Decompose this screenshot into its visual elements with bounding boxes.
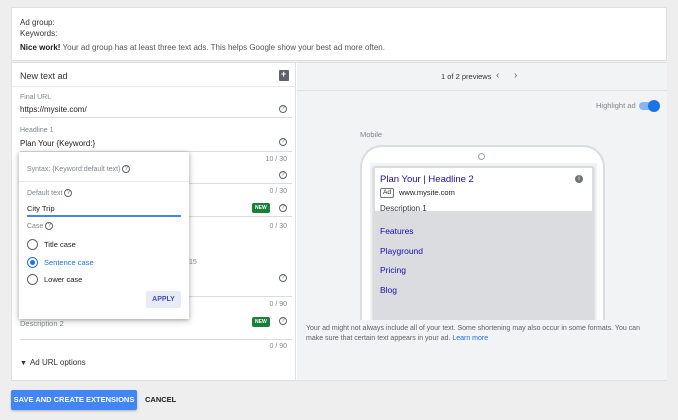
- description1-count: 0 / 90: [269, 301, 287, 308]
- syntax-hint: Syntax: {Keyword:default text} ?: [27, 165, 131, 173]
- description2-underline: [20, 339, 292, 340]
- form-title: New text ad: [20, 71, 68, 81]
- learn-more-link[interactable]: Learn more: [452, 335, 488, 342]
- chevron-down-icon: ▼: [20, 360, 27, 367]
- save-and-create-extensions-button[interactable]: SAVE AND CREATE EXTENSIONS: [11, 390, 137, 410]
- help-icon[interactable]: ?: [279, 171, 287, 179]
- final-url-input[interactable]: https://mysite.com/: [20, 105, 87, 114]
- camera-icon: [478, 153, 485, 160]
- sitelink-features[interactable]: Features: [380, 226, 414, 236]
- radio-label-title-case[interactable]: Title case: [44, 240, 76, 249]
- divider: [19, 181, 189, 182]
- new-badge: NEW: [252, 203, 270, 213]
- chevron-right-icon[interactable]: ›: [514, 70, 517, 81]
- headline1-label: Headline 1: [20, 127, 54, 134]
- preview-nav: 1 of 2 previews ‹ ›: [297, 63, 667, 91]
- sitelink-playground[interactable]: Playground: [380, 246, 423, 256]
- help-icon[interactable]: ?: [64, 189, 73, 197]
- case-label: Case ?: [27, 222, 54, 230]
- help-icon[interactable]: ?: [122, 165, 131, 173]
- preview-disclaimer: Your ad might not always include all of …: [306, 324, 658, 344]
- radio-title-case[interactable]: [27, 239, 38, 250]
- mobile-label: Mobile: [360, 130, 383, 139]
- preview-count: 1 of 2 previews: [441, 72, 492, 81]
- ad-headline[interactable]: Plan Your | Headline 2: [380, 174, 474, 185]
- case-label-text: Case: [27, 222, 44, 230]
- headline2-count: 0 / 30: [269, 188, 287, 195]
- copy-ad-icon[interactable]: [279, 69, 289, 81]
- nice-work-message: Nice work! Your ad group has at least th…: [20, 43, 385, 52]
- new-badge: NEW: [252, 317, 270, 327]
- default-text-underline: [27, 215, 181, 217]
- keyword-insertion-popup: Syntax: {Keyword:default text} ? Default…: [19, 152, 189, 319]
- help-icon[interactable]: ?: [45, 222, 54, 230]
- default-text-label-text: Default text: [27, 189, 63, 197]
- syntax-text: Syntax: {Keyword:default text}: [27, 165, 121, 173]
- ad-group-info-card: Ad group: Keywords: Nice work! Your ad g…: [11, 7, 667, 61]
- phone-screen: Plan Your | Headline 2 i Ad www.mysite.c…: [370, 163, 597, 320]
- help-icon[interactable]: ?: [279, 274, 287, 282]
- headline1-count: 10 / 30: [265, 156, 287, 163]
- ad-badge: Ad: [380, 188, 394, 198]
- ad-group-label: Ad group:: [20, 18, 55, 27]
- cancel-button[interactable]: CANCEL: [145, 390, 176, 410]
- default-text-input[interactable]: City Trip: [27, 204, 55, 213]
- ad-display-url: www.mysite.com: [399, 188, 455, 197]
- chevron-left-icon[interactable]: ‹: [496, 70, 499, 81]
- nice-work-strong: Nice work!: [20, 43, 61, 52]
- divider: [12, 86, 296, 87]
- help-icon[interactable]: ?: [279, 317, 287, 325]
- help-icon[interactable]: ?: [279, 204, 287, 212]
- sitelink-pricing[interactable]: Pricing: [380, 265, 406, 275]
- final-url-label: Final URL: [20, 94, 52, 101]
- description2-count: 0 / 90: [269, 343, 287, 350]
- ad-description: Description 1: [380, 204, 427, 213]
- help-icon[interactable]: ?: [279, 105, 287, 113]
- ad-preview-card: Plan Your | Headline 2 i Ad www.mysite.c…: [373, 166, 594, 320]
- keywords-label: Keywords:: [20, 29, 58, 38]
- path-count-partial: 15: [189, 259, 197, 266]
- radio-lower-case[interactable]: [27, 274, 38, 285]
- radio-sentence-case[interactable]: [27, 257, 38, 268]
- default-text-label: Default text ?: [27, 189, 73, 197]
- apply-button[interactable]: APPLY: [146, 291, 181, 308]
- radio-label-sentence-case[interactable]: Sentence case: [44, 258, 94, 267]
- sitelink-blog[interactable]: Blog: [380, 285, 397, 295]
- ad-url-options-toggle[interactable]: ▼ Ad URL options: [20, 358, 86, 367]
- ad-preview: 1 of 2 previews ‹ › Highlight ad Mobile …: [297, 63, 667, 380]
- description2-label: Description 2: [20, 319, 64, 328]
- highlight-ad-toggle[interactable]: [639, 100, 660, 112]
- nice-work-text: Your ad group has at least three text ad…: [60, 43, 385, 52]
- highlight-ad-label: Highlight ad: [596, 101, 636, 110]
- headline3-count: 0 / 30: [269, 223, 287, 230]
- ad-url-options-label: Ad URL options: [29, 358, 86, 367]
- help-icon[interactable]: ?: [279, 138, 287, 146]
- headline1-input[interactable]: Plan Your {Keyword:}: [20, 139, 95, 148]
- info-icon[interactable]: i: [575, 175, 583, 183]
- final-url-underline: [20, 117, 292, 118]
- radio-label-lower-case[interactable]: Lower case: [44, 275, 82, 284]
- phone-frame: Plan Your | Headline 2 i Ad www.mysite.c…: [360, 145, 605, 320]
